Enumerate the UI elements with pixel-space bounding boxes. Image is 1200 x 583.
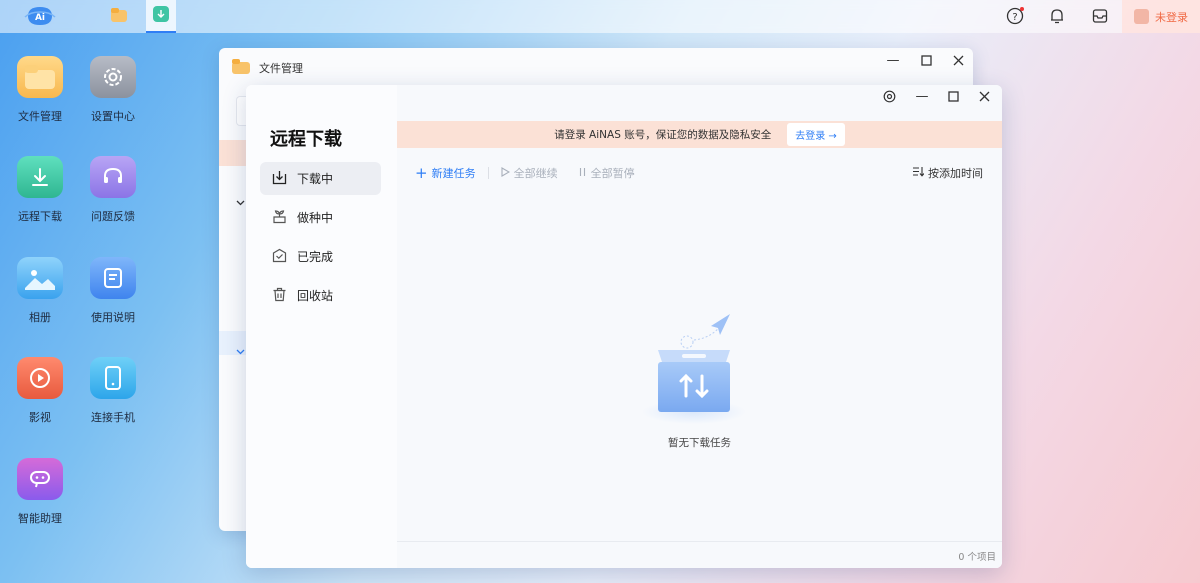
desktop-icon-feedback[interactable]: 问题反馈 bbox=[78, 156, 148, 224]
nav-label: 下载中 bbox=[297, 172, 334, 186]
pause-all-label: 全部暂停 bbox=[590, 167, 635, 180]
desktop-icon-remote-download[interactable]: 远程下载 bbox=[5, 156, 75, 224]
help-icon[interactable]: ? bbox=[1005, 6, 1025, 26]
desktop-icon-label: 设置中心 bbox=[91, 110, 135, 123]
desktop-icon-label: 相册 bbox=[29, 311, 51, 324]
nav-label: 已完成 bbox=[297, 250, 334, 264]
download-icon bbox=[17, 156, 63, 198]
folder-icon bbox=[232, 59, 250, 78]
desktop-icon-label: 智能助理 bbox=[18, 512, 62, 525]
desktop-icon-album[interactable]: 相册 bbox=[5, 257, 75, 325]
maximize-button[interactable] bbox=[945, 88, 961, 104]
maximize-button[interactable] bbox=[918, 52, 934, 68]
new-task-button[interactable]: + 新建任务 bbox=[415, 165, 476, 181]
taskbar: Ai ? 未登录 bbox=[0, 0, 1200, 33]
nav-label: 回收站 bbox=[297, 289, 334, 303]
download-app-icon bbox=[153, 5, 169, 26]
login-status-label: 未登录 bbox=[1155, 10, 1188, 24]
desktop-icon-file-manager[interactable]: 文件管理 bbox=[5, 56, 75, 124]
app-title: 远程下载 bbox=[270, 129, 342, 150]
desktop-icon-label: 连接手机 bbox=[91, 411, 135, 424]
document-icon bbox=[90, 257, 136, 299]
remote-download-window[interactable]: 远程下载 下载中 做种中 已完成 回收站 — 请登录 AiNAS 账号，保证您的… bbox=[246, 85, 1002, 568]
go-login-button[interactable]: 去登录 → bbox=[787, 123, 845, 146]
desktop-icon-label: 文件管理 bbox=[18, 110, 62, 123]
resume-all-label: 全部继续 bbox=[513, 167, 558, 180]
photo-icon bbox=[17, 257, 63, 299]
sort-button[interactable]: 按添加时间 bbox=[912, 165, 983, 181]
desktop-icon-manual[interactable]: 使用说明 bbox=[78, 257, 148, 325]
sort-label: 按添加时间 bbox=[928, 167, 983, 180]
taskbar-file-manager[interactable] bbox=[104, 0, 134, 33]
banner-text: 请登录 AiNAS 账号，保证您的数据及隐私安全 bbox=[554, 129, 772, 141]
ai-logo-icon[interactable]: Ai bbox=[24, 4, 56, 28]
play-outline-icon bbox=[501, 166, 510, 180]
pause-icon bbox=[578, 167, 587, 180]
window-title: 文件管理 bbox=[259, 62, 303, 75]
main-panel: — 请登录 AiNAS 账号，保证您的数据及隐私安全 去登录 → + 新建任务 … bbox=[397, 85, 1002, 568]
desktop-icon-label: 影视 bbox=[29, 411, 51, 424]
nav-item-seeding[interactable]: 做种中 bbox=[260, 201, 381, 234]
download-tray-icon bbox=[272, 170, 287, 188]
sidebar: 远程下载 下载中 做种中 已完成 回收站 bbox=[246, 85, 397, 568]
item-count: 0 个项目 bbox=[958, 552, 996, 563]
avatar bbox=[1134, 9, 1149, 24]
banner-edge bbox=[219, 140, 247, 166]
sort-icon bbox=[912, 166, 925, 180]
folder-icon bbox=[111, 7, 127, 26]
pause-all-button[interactable]: 全部暂停 bbox=[578, 165, 635, 181]
settings-icon[interactable] bbox=[881, 88, 897, 104]
empty-illustration bbox=[622, 310, 772, 429]
desktop-icon-video[interactable]: 影视 bbox=[5, 357, 75, 425]
folder-icon bbox=[17, 56, 63, 98]
phone-icon bbox=[90, 357, 136, 399]
desktop-icon-label: 问题反馈 bbox=[91, 210, 135, 223]
chevron-down-icon[interactable] bbox=[236, 191, 245, 210]
close-button[interactable] bbox=[976, 88, 992, 104]
sprout-icon bbox=[272, 209, 287, 227]
resume-all-button[interactable]: 全部继续 bbox=[501, 165, 558, 181]
new-task-label: 新建任务 bbox=[431, 167, 476, 180]
minimize-button[interactable]: — bbox=[885, 52, 901, 68]
nav-item-downloading[interactable]: 下载中 bbox=[260, 162, 381, 195]
desktop-icon-label: 使用说明 bbox=[91, 311, 135, 324]
svg-text:?: ? bbox=[1012, 12, 1017, 23]
toolbar-divider bbox=[487, 167, 489, 179]
trash-icon bbox=[272, 287, 287, 305]
plus-icon: + bbox=[415, 164, 428, 182]
inbox-icon[interactable] bbox=[1090, 6, 1110, 26]
minimize-button[interactable]: — bbox=[914, 88, 930, 104]
chat-bot-icon bbox=[17, 458, 63, 500]
play-icon bbox=[17, 357, 63, 399]
notification-bell-icon[interactable] bbox=[1047, 6, 1067, 26]
toolbar: + 新建任务 全部继续 全部暂停 bbox=[415, 165, 635, 181]
nav-item-trash[interactable]: 回收站 bbox=[260, 279, 381, 312]
empty-state-text: 暂无下载任务 bbox=[668, 437, 731, 449]
taskbar-remote-download[interactable] bbox=[146, 0, 176, 33]
chevron-down-icon[interactable] bbox=[236, 340, 245, 359]
desktop-icon-assistant[interactable]: 智能助理 bbox=[5, 458, 75, 526]
gear-icon bbox=[90, 56, 136, 98]
nav-item-completed[interactable]: 已完成 bbox=[260, 240, 381, 273]
headset-icon bbox=[90, 156, 136, 198]
desktop-icon-connect-phone[interactable]: 连接手机 bbox=[78, 357, 148, 425]
desktop-icon-settings[interactable]: 设置中心 bbox=[78, 56, 148, 124]
completed-box-icon bbox=[272, 248, 287, 266]
svg-text:Ai: Ai bbox=[35, 13, 45, 23]
login-banner: 请登录 AiNAS 账号，保证您的数据及隐私安全 去登录 → bbox=[397, 121, 1002, 148]
close-button[interactable] bbox=[950, 52, 966, 68]
login-status[interactable]: 未登录 bbox=[1122, 0, 1200, 33]
desktop-icon-label: 远程下载 bbox=[18, 210, 62, 223]
status-bar: 0 个项目 bbox=[397, 541, 1002, 568]
nav-label: 做种中 bbox=[297, 211, 334, 225]
